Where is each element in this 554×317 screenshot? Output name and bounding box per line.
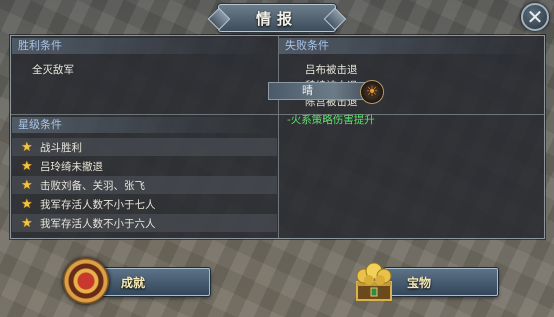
star-condition-text: 我军存活人数不小于六人 (40, 217, 156, 230)
horizontal-divider (11, 114, 544, 115)
victory-item: 全灭敌军 (32, 64, 74, 76)
close-icon: ✕ (526, 5, 544, 29)
star-condition-row: ★ 击败刘备、关羽、张飞 (12, 176, 277, 194)
star-icon: ★ (21, 215, 33, 231)
star-condition-row: ★ 我军存活人数不小于七人 (12, 195, 277, 213)
star-condition-row: ★ 我军存活人数不小于六人 (12, 214, 277, 232)
treasure-chest-icon[interactable] (349, 256, 399, 306)
star-icon: ★ (21, 158, 33, 174)
star-condition-row: ★ 吕玲绮未撤退 (12, 157, 277, 175)
star-icon: ★ (21, 139, 33, 155)
treasure-label: 宝物 (407, 275, 432, 290)
star-condition-text: 我军存活人数不小于七人 (40, 198, 156, 211)
star-icon: ★ (21, 196, 33, 212)
weather-effect: -火系策略伤害提升 (287, 114, 375, 126)
star-condition-text: 战斗胜利 (40, 141, 82, 154)
star-condition-text: 吕玲绮未撤退 (40, 160, 103, 173)
sun-icon: ☀ (360, 80, 384, 104)
star-icon: ★ (21, 177, 33, 193)
star-condition-text: 击败刘备、关羽、张飞 (40, 179, 145, 192)
info-panel: 胜利条件 全灭敌军 失败条件 吕布被击退 魏续被击退 陈宫被击退 星级条件 ★ … (10, 35, 545, 239)
achievement-button[interactable]: 成就 (96, 268, 210, 296)
victory-header: 胜利条件 (12, 38, 277, 54)
defeat-item: 吕布被击退 (305, 64, 358, 76)
close-button[interactable]: ✕ (521, 3, 549, 31)
dialog-title: 情报 (255, 9, 298, 28)
achievement-label: 成就 (121, 275, 146, 290)
title-plate: 情报 (218, 4, 336, 32)
stars-header: 星级条件 (12, 117, 277, 133)
vertical-divider (278, 36, 279, 238)
medal-icon[interactable] (63, 258, 109, 304)
weather-label: 晴 (302, 84, 313, 97)
treasure-button[interactable]: 宝物 (384, 268, 498, 296)
star-condition-row: ★ 战斗胜利 (12, 138, 277, 156)
defeat-header: 失败条件 (279, 38, 543, 54)
